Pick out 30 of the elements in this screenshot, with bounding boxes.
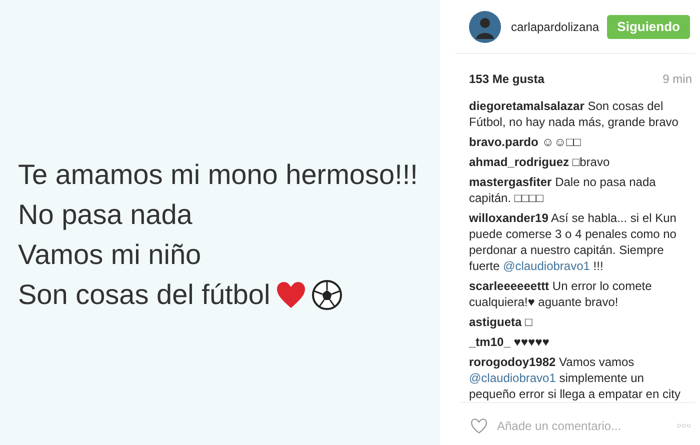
- comment-field[interactable]: Añade un comentario...: [497, 417, 676, 435]
- comment: astigueta □: [469, 314, 534, 330]
- avatar-icon[interactable]: [469, 10, 501, 42]
- comment-username[interactable]: mastergasfiter: [469, 175, 552, 189]
- comment-username[interactable]: willoxander19: [469, 211, 548, 225]
- soccer-ball-icon: [312, 280, 342, 310]
- mention-link[interactable]: @claudiobravo1: [503, 259, 590, 273]
- post-text-line: No pasa nada: [18, 198, 192, 231]
- heart-icon: [276, 280, 306, 308]
- post-text-line: Son cosas del fútbol: [18, 278, 270, 311]
- comment-username[interactable]: diegoretamalsalazar: [469, 99, 584, 113]
- comment: _tm10_ ♥♥♥♥♥: [469, 334, 550, 350]
- comment-username[interactable]: scarleeeeeettt: [469, 279, 550, 293]
- comment-username[interactable]: _tm10_: [469, 335, 510, 349]
- comment: willoxander19 Así se habla... si el Kun puede comerse 3 o 4 penales como no perdonar a nuestro capitán. Siempre fuerte @claudiobravo1 !!!: [469, 210, 678, 274]
- heart-icon[interactable]: [470, 418, 488, 434]
- comment-username[interactable]: bravo.pardo: [469, 135, 538, 149]
- post-text-line: Te amamos mi mono hermoso!!!: [18, 158, 418, 191]
- comment: ahmad_rodriguez □bravo: [469, 154, 611, 170]
- comment: rorogodoy1982 Vamos vamos @claudiobravo1 simplemente un pequeño error si llega a empatar en city: [469, 354, 682, 402]
- comment-username[interactable]: rorogodoy1982: [469, 355, 556, 369]
- post-time: 9 min: [662, 71, 692, 88]
- mention-link[interactable]: @claudiobravo1: [469, 371, 556, 385]
- comment: scarleeeeeettt Un error lo comete cualquiera!♥ aguante bravo!: [469, 278, 653, 310]
- comment: bravo.pardo ☺☺□□: [469, 134, 582, 150]
- likes-count[interactable]: 153 Me gusta: [469, 70, 544, 88]
- username[interactable]: carlapardolizana: [511, 18, 600, 36]
- comment-username[interactable]: astigueta: [469, 315, 522, 329]
- post-text-line: Vamos mi niño: [18, 238, 202, 271]
- comment-username[interactable]: ahmad_rodriguez: [469, 155, 570, 169]
